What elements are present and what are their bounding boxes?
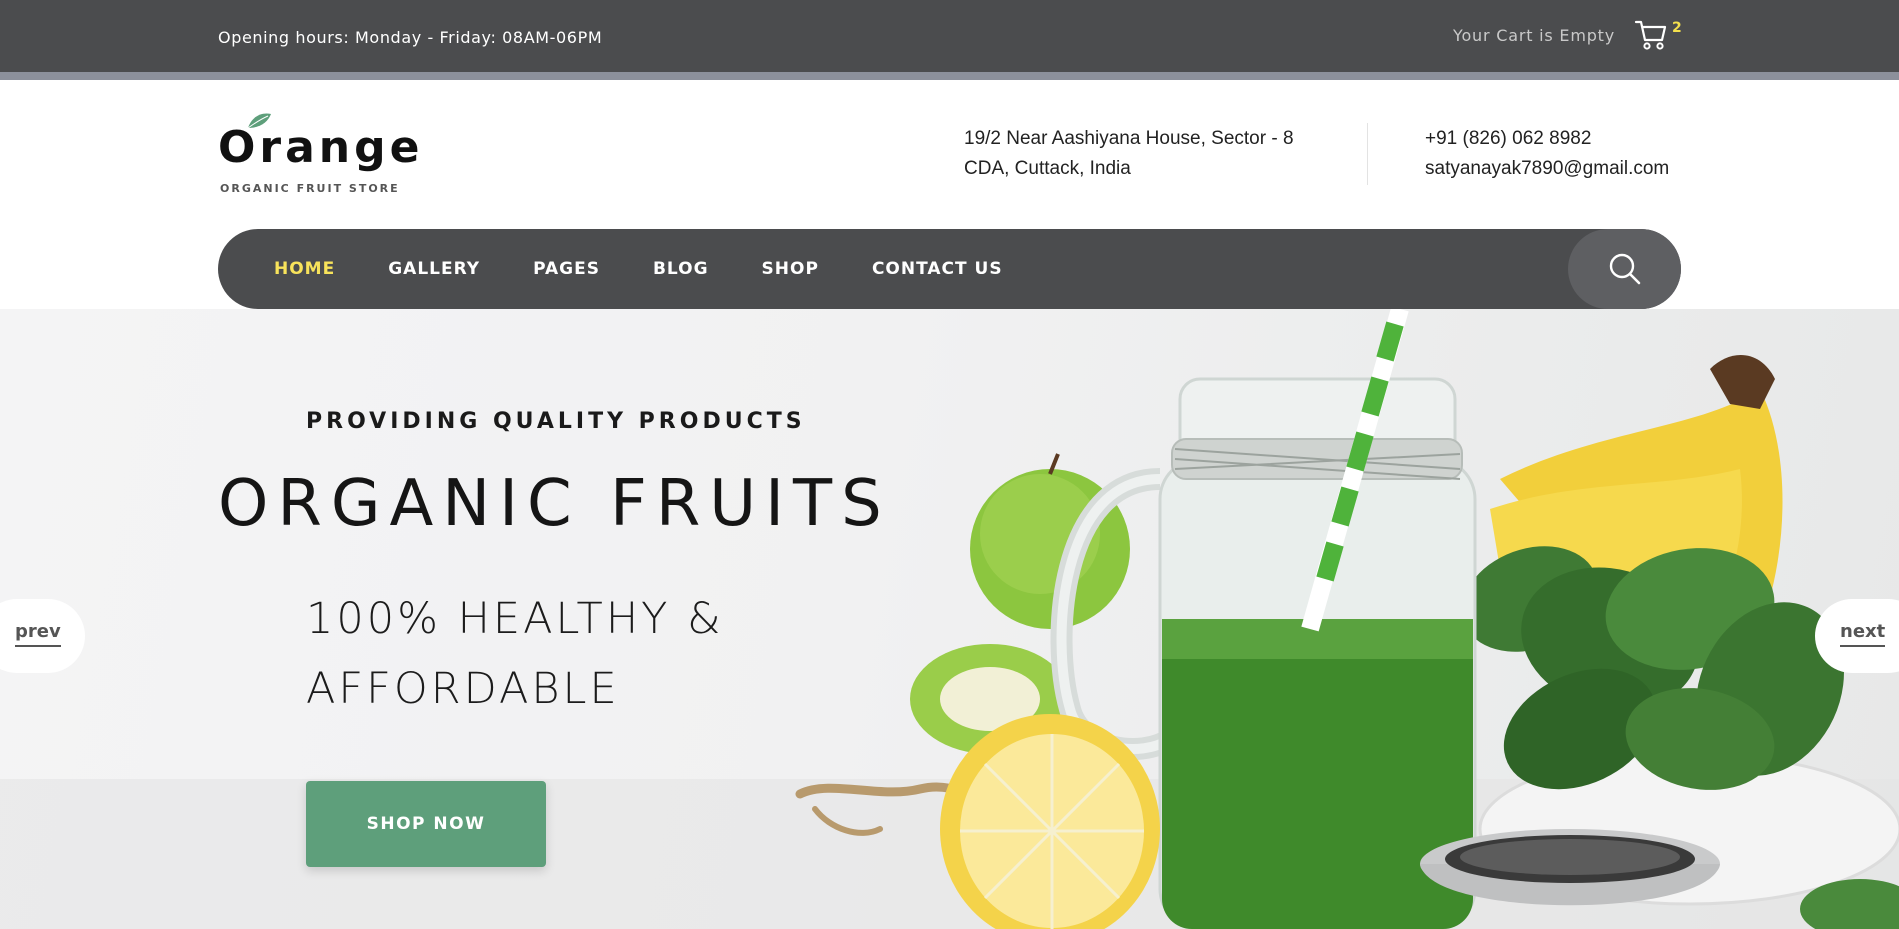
hero-slider: PROVIDING QUALITY PRODUCTS ORGANIC FRUIT… [0,309,1899,929]
cart-count-badge: 2 [1672,20,1682,36]
hero-image [0,309,1899,929]
hero-subheadline-line-1: 100% HEALTHY & [306,594,724,644]
store-contact: +91 (826) 062 8982 satyanayak7890@gmail.… [1425,124,1669,184]
search-button[interactable] [1568,229,1681,309]
search-icon [1609,253,1640,285]
hero-subheadline: 100% HEALTHY & AFFORDABLE [306,584,826,724]
shopping-cart-icon[interactable] [1634,18,1668,52]
nav-item-contact-us[interactable]: CONTACT US [872,259,1003,279]
nav-item-gallery[interactable]: GALLERY [388,259,480,279]
nav-item-pages[interactable]: PAGES [533,259,600,279]
topbar-divider-strip [0,72,1899,80]
nav-item-shop[interactable]: SHOP [762,259,819,279]
hero-headline: ORGANIC FRUITS [218,467,891,541]
nav-item-blog[interactable]: BLOG [653,259,709,279]
site-logo[interactable]: Orange ORGANIC FRUIT STORE [218,112,419,202]
store-address: 19/2 Near Aashiyana House, Sector - 8 CD… [964,124,1294,184]
top-bar: Opening hours: Monday - Friday: 08AM-06P… [0,0,1899,72]
slider-next-label: next [1840,621,1886,647]
hero-eyebrow: PROVIDING QUALITY PRODUCTS [306,409,806,434]
opening-hours: Opening hours: Monday - Friday: 08AM-06P… [218,28,603,47]
nav-menu: HOME GALLERY PAGES BLOG SHOP CONTACT US [274,229,1003,309]
phone-number[interactable]: +91 (826) 062 8982 [1425,124,1669,154]
email-address[interactable]: satyanayak7890@gmail.com [1425,154,1669,184]
cart-status[interactable]: Your Cart is Empty [1453,26,1615,45]
main-navigation: HOME GALLERY PAGES BLOG SHOP CONTACT US [218,229,1681,309]
address-line-2: CDA, Cuttack, India [964,158,1131,179]
logo-tagline: ORGANIC FRUIT STORE [220,182,400,195]
header-divider [1367,123,1368,185]
address-line-1: 19/2 Near Aashiyana House, Sector - 8 [964,128,1294,149]
nav-item-home[interactable]: HOME [274,259,335,279]
logo-wordmark: Orange [218,122,424,173]
slider-next-button[interactable]: next [1815,599,1899,673]
slider-prev-button[interactable]: prev [0,599,85,673]
slider-prev-label: prev [15,621,61,647]
shop-now-button[interactable]: SHOP NOW [306,781,546,867]
hero-subheadline-line-2: AFFORDABLE [306,664,620,714]
